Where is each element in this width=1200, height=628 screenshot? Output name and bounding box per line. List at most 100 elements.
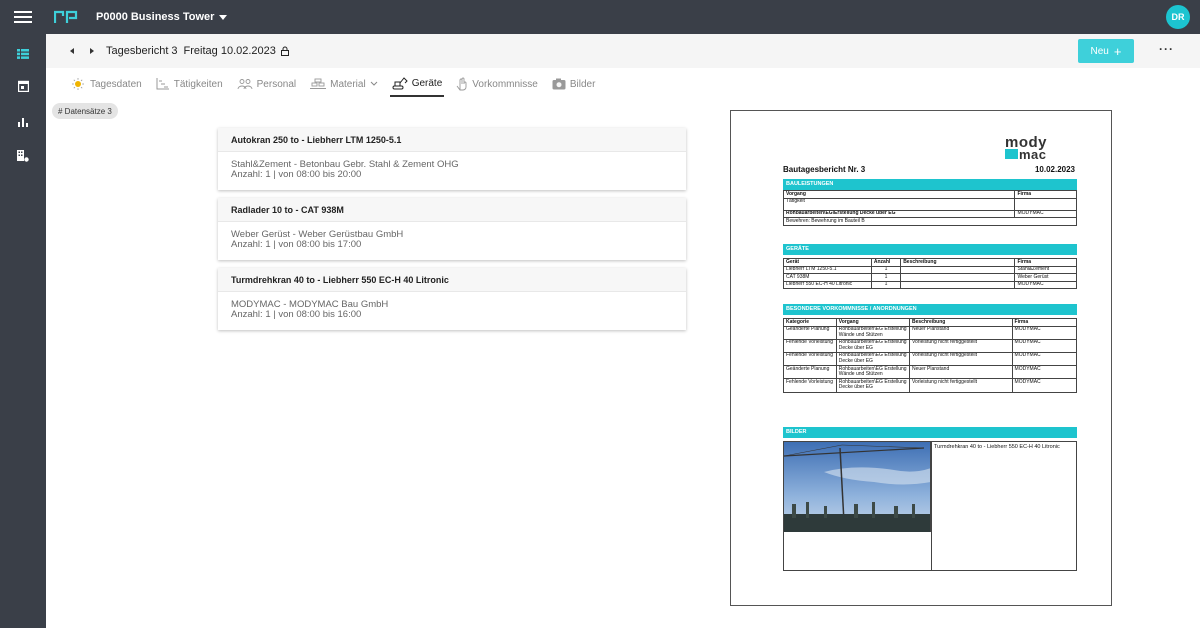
project-selector[interactable]: P0000 Business Tower: [96, 11, 228, 23]
table-cell: Fehlende Vorleistung: [783, 338, 837, 353]
table-cell: Stahl&Zement: [1014, 265, 1077, 275]
crane-photo: [784, 442, 931, 532]
tab-label: Tagesdaten: [90, 78, 142, 90]
top-bar: P0000 Business Tower DR: [0, 0, 1200, 34]
doc-date: 10.02.2023: [1034, 165, 1075, 174]
more-options-icon[interactable]: ···: [1159, 42, 1174, 56]
section-geraete: GERÄTE Gerät Anzahl Beschreibung Firma L…: [783, 244, 1077, 290]
bar-chart-icon[interactable]: [11, 110, 35, 134]
table-cell: Liebherr LTM 1250-5.1: [783, 265, 872, 275]
card-detail: Anzahl: 1 | von 08:00 bis 20:00: [231, 169, 362, 180]
tab-tagesdaten[interactable]: Tagesdaten: [70, 71, 144, 97]
table-cell: 1: [870, 273, 902, 282]
tab-geraete[interactable]: Geräte: [389, 71, 445, 97]
table-cell: MODYMAC: [1011, 351, 1078, 367]
table-cell: MODYMAC: [1014, 280, 1077, 290]
menu-icon[interactable]: [14, 8, 32, 26]
tab-vorkommnisse[interactable]: Vorkommnisse: [454, 71, 540, 97]
tab-material[interactable]: Material: [308, 71, 380, 97]
table-cell: Neuer Planstand: [908, 365, 1013, 380]
card-title: Autokran 250 to - Liebherr LTM 1250-5.1: [218, 128, 686, 152]
table-row: Fehlende Vorleistung Rohbauarbeiten\EG E…: [783, 338, 1078, 353]
table-row: Liebherr LTM 1250-5.1 1 Stahl&Zement: [783, 265, 1077, 275]
table-cell: Fehlende Vorleistung: [783, 378, 837, 393]
table-cell: Rohbauarbeiten\EG Erstellung Wände und S…: [835, 365, 910, 380]
section-vorkommnisse: BESONDERE VORKOMMNISSE / ANORDNUNGEN Kat…: [783, 304, 1078, 393]
doc-title: Bautagesbericht Nr. 3: [783, 165, 866, 174]
plus-icon: +: [1113, 43, 1122, 59]
new-button[interactable]: Neu +: [1078, 39, 1134, 63]
tab-bar: Tagesdaten Tätigkeiten Personal Material…: [46, 70, 597, 98]
table-cell: Rohbauarbeiten\EG\Erstellung Decke über …: [782, 209, 1016, 219]
table-cell: Geänderte Planung: [783, 365, 837, 380]
table-cell: Rohbauarbeiten\EG Erstellung Wände und S…: [835, 325, 910, 340]
table-cell: Tätigkeit: [782, 197, 1016, 211]
previous-day-button[interactable]: [64, 43, 80, 59]
equipment-card[interactable]: Turmdrehkran 40 to - Liebherr 550 EC-H 4…: [218, 268, 686, 330]
section-header: BAULEISTUNGEN: [783, 179, 1077, 190]
table-cell: MODYMAC: [1011, 325, 1078, 340]
table-cell: Weber Gerüst: [1014, 273, 1077, 282]
tab-label: Bilder: [569, 78, 596, 90]
tab-personal[interactable]: Personal: [235, 71, 298, 97]
activity-icon: [156, 78, 169, 90]
section-header: GERÄTE: [783, 244, 1077, 255]
tab-taetigkeiten[interactable]: Tätigkeiten: [154, 71, 225, 97]
rp-logo-icon: [54, 10, 78, 23]
col-anzahl: Anzahl: [870, 258, 902, 267]
table-cell: Neuer Planstand: [908, 325, 1013, 340]
avatar[interactable]: DR: [1166, 5, 1190, 29]
table-cell: MODYMAC: [1011, 338, 1078, 353]
col-vorgang: Vorgang: [782, 190, 1016, 199]
section-header: BESONDERE VORKOMMNISSE / ANORDNUNGEN: [783, 304, 1077, 315]
table-cell: Liebherr 550 EC-H 40 Litronic: [783, 280, 872, 290]
table-cell: Bewehren: Bewehrung im Bauteil B: [783, 217, 1077, 226]
table-row: Geänderte Planung Rohbauarbeiten\EG Erst…: [783, 325, 1078, 340]
lock-icon: [280, 46, 289, 56]
new-button-label: Neu: [1090, 45, 1109, 57]
card-title: Turmdrehkran 40 to - Liebherr 550 EC-H 4…: [218, 268, 686, 292]
section-header: BILDER: [783, 427, 1077, 438]
table-cell: Fehlende Vorleistung: [783, 351, 837, 367]
calendar-icon[interactable]: [11, 74, 35, 98]
equipment-card[interactable]: Autokran 250 to - Liebherr LTM 1250-5.1 …: [218, 128, 686, 190]
report-preview[interactable]: mody mac Bautagesbericht Nr. 3 10.02.202…: [730, 110, 1112, 606]
table-row: Liebherr 550 EC-H 40 Litronic 1 MODYMAC: [783, 280, 1077, 290]
equipment-card[interactable]: Radlader 10 to - CAT 938M Weber Gerüst -…: [218, 198, 686, 260]
table-cell: Vorleistung nicht fertiggestellt: [908, 351, 1013, 367]
table-cell: 1: [870, 265, 902, 275]
section-bilder: BILDER Turmdrehkran 40 to - Liebherr 550…: [783, 427, 1077, 571]
table-cell: Rohbauarbeiten\EG Erstellung Decke über …: [835, 338, 910, 353]
table-row: Fehlende Vorleistung Rohbauarbeiten\EG E…: [783, 351, 1078, 367]
table-cell: Rohbauarbeiten\EG Erstellung Decke über …: [835, 351, 910, 367]
hand-icon: [456, 77, 467, 91]
table-cell: CAT 938M: [783, 273, 872, 282]
app-logo[interactable]: [54, 10, 78, 24]
tab-label: Personal: [256, 78, 297, 90]
report-date: Freitag 10.02.2023: [183, 45, 276, 57]
table-cell: MODYMAC: [1014, 209, 1077, 219]
record-count-chip: # Datensätze 3: [52, 103, 118, 119]
col-geraet: Gerät: [783, 258, 872, 267]
card-detail: Anzahl: 1 | von 08:00 bis 16:00: [231, 309, 362, 320]
excavator-icon: [392, 76, 408, 89]
building-settings-icon[interactable]: [11, 144, 35, 168]
col-firma: Firma: [1014, 190, 1077, 199]
tab-label: Vorkommnisse: [472, 78, 538, 90]
card-title: Radlader 10 to - CAT 938M: [218, 198, 686, 222]
weather-icon: [72, 78, 84, 90]
chevron-down-icon: [370, 81, 378, 86]
table-cell: Geänderte Planung: [783, 325, 837, 340]
table-cell: [900, 280, 1016, 290]
table-cell: [900, 273, 1016, 282]
next-day-button[interactable]: [84, 43, 100, 59]
col-firma: Firma: [1014, 258, 1077, 267]
arrow-left-icon: [70, 48, 74, 54]
tab-bilder[interactable]: Bilder: [550, 71, 598, 97]
table-row: Geänderte Planung Rohbauarbeiten\EG Erst…: [783, 365, 1078, 380]
camera-icon: [552, 78, 566, 90]
list-icon[interactable]: [11, 42, 35, 66]
logo-text-bottom: mac: [1019, 147, 1047, 161]
modymac-logo: mody mac: [1005, 135, 1047, 161]
table-cell: Rohbauarbeiten\EG Erstellung Decke über …: [835, 378, 910, 393]
